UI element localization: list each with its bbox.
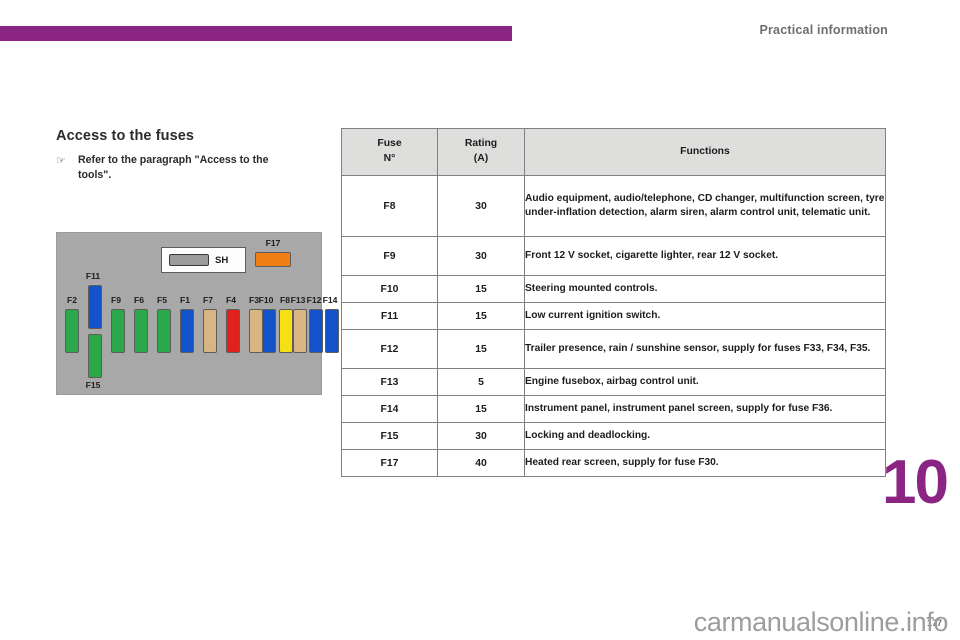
column-header-functions: Functions [524, 128, 886, 176]
fusebox-diagram: SH F17 F2 F11 F15 F9 F6 F5 F1 F7 F4 F3 F10 F8 F13 F12… [56, 232, 339, 395]
fuse-slot-f14 [325, 309, 339, 353]
fuse-slot-f12 [309, 309, 323, 353]
table-row: F10 15 Steering mounted controls. [341, 275, 886, 303]
fuse-slot-f4 [226, 309, 240, 353]
sh-module-label: SH [215, 254, 229, 266]
fuse-label-f11: F11 [85, 271, 101, 281]
left-column: Access to the fuses ☞ Refer to the parag… [56, 128, 324, 182]
cell-functions: Steering mounted controls. [524, 275, 886, 303]
header-accent-rule [0, 26, 512, 41]
column-header-fuse-line1: Fuse [377, 138, 402, 150]
table-row: F13 5 Engine fusebox, airbag control unit. [341, 368, 886, 396]
cell-functions: Locking and deadlocking. [524, 422, 886, 450]
fuse-slot-f11 [88, 285, 102, 329]
fuse-slot-f13 [293, 309, 307, 353]
cell-rating: 15 [437, 395, 525, 423]
column-header-fuse: Fuse N° [341, 128, 438, 176]
fuse-label-f15: F15 [85, 380, 101, 390]
fuse-slot-f6 [134, 309, 148, 353]
fuse-slot-f15 [88, 334, 102, 378]
fuse-slot-f7 [203, 309, 217, 353]
cell-functions: Engine fusebox, airbag control unit. [524, 368, 886, 396]
fuse-slot-f3 [249, 309, 263, 353]
cell-fuse-number: F17 [341, 449, 438, 477]
cell-rating: 30 [437, 422, 525, 450]
table-header: Fuse N° Rating (A) Functions [341, 128, 886, 176]
cell-functions: Front 12 V socket, cigarette lighter, re… [524, 236, 886, 276]
cell-rating: 15 [437, 302, 525, 330]
section-title: Access to the fuses [56, 128, 195, 144]
column-header-rating-line2: (A) [473, 153, 489, 164]
page-header: Practical information [0, 0, 960, 56]
column-header-rating-line1: Rating [464, 138, 498, 150]
column-header-rating: Rating (A) [437, 128, 525, 176]
fuse-slot-f2 [65, 309, 79, 353]
sh-shunt-bar [169, 254, 209, 266]
fuse-label-f2: F2 [66, 295, 78, 305]
cell-functions: Heated rear screen, supply for fuse F30. [524, 449, 886, 477]
table-row: F11 15 Low current ignition switch. [341, 302, 886, 330]
fuse-slot-f9 [111, 309, 125, 353]
table-row: F8 30 Audio equipment, audio/telephone, CD… [341, 175, 886, 237]
fuse-slot-f8 [279, 309, 293, 353]
table-body: F8 30 Audio equipment, audio/telephone, CD… [341, 175, 886, 477]
table-row: F14 15 Instrument panel, instrument panel … [341, 395, 886, 423]
fuse-slot-f10 [262, 309, 276, 353]
cell-fuse-number: F15 [341, 422, 438, 450]
sh-module: SH [161, 247, 246, 273]
watermark: carmanualsonline.info [693, 607, 949, 637]
cell-rating: 15 [437, 329, 525, 369]
cell-rating: 40 [437, 449, 525, 477]
table-header-row: Fuse N° Rating (A) Functions [341, 128, 886, 176]
table-row: F15 30 Locking and deadlocking. [341, 422, 886, 450]
column-header-fuse-line2: N° [383, 153, 396, 164]
cell-fuse-number: F10 [341, 275, 438, 303]
cell-rating: 30 [437, 175, 525, 237]
cell-functions: Instrument panel, instrument panel scree… [524, 395, 886, 423]
cell-fuse-number: F14 [341, 395, 438, 423]
fuse-table: Fuse N° Rating (A) Functions F8 30 Audio e… [341, 128, 886, 477]
fuse-label-f17: F17 [265, 238, 281, 248]
header-title: Practical information [759, 23, 888, 37]
instruction-bullet: ☞ Refer to the paragraph "Access to the … [56, 153, 324, 182]
table-row: F9 30 Front 12 V socket, cigarette lighter… [341, 236, 886, 276]
fuse-label-f14: F14 [322, 295, 338, 305]
cell-fuse-number: F9 [341, 236, 438, 276]
table-row: F17 40 Heated rear screen, supply for fuse… [341, 449, 886, 477]
cell-fuse-number: F11 [341, 302, 438, 330]
cell-rating: 5 [437, 368, 525, 396]
instruction-text: Refer to the paragraph "Access to the to… [78, 154, 269, 181]
cell-fuse-number: F13 [341, 368, 438, 396]
cell-functions: Audio equipment, audio/telephone, CD cha… [524, 175, 886, 237]
pointing-hand-icon: ☞ [56, 155, 66, 167]
chapter-number: 10 [882, 448, 949, 517]
cell-functions: Low current ignition switch. [524, 302, 886, 330]
cell-rating: 30 [437, 236, 525, 276]
cell-functions: Trailer presence, rain / sunshine sensor… [524, 329, 886, 369]
fuse-slot-f1 [180, 309, 194, 353]
fuse-slot-f17 [255, 252, 291, 267]
cell-fuse-number: F12 [341, 329, 438, 369]
cell-fuse-number: F8 [341, 175, 438, 237]
fuse-slot-f5 [157, 309, 171, 353]
cell-rating: 15 [437, 275, 525, 303]
fuse-table-container: Fuse N° Rating (A) Functions F8 30 Audio e… [341, 128, 886, 477]
table-row: F12 15 Trailer presence, rain / sunshine s… [341, 329, 886, 369]
